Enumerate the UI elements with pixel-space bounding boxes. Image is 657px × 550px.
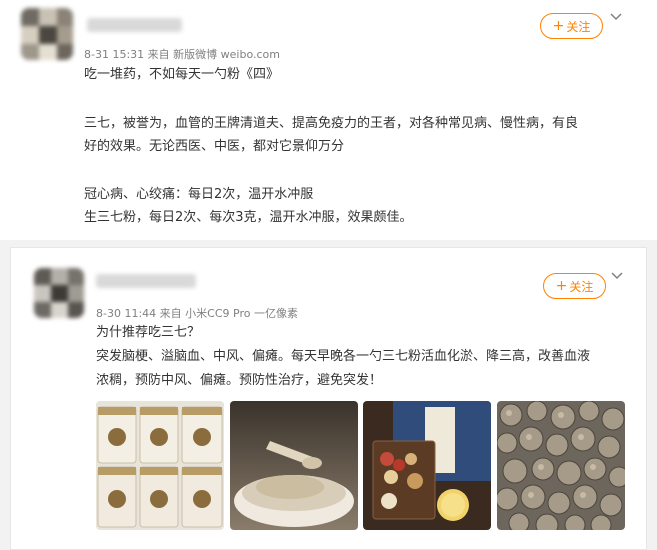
post-time[interactable]: 8-30 11:44 [96, 307, 156, 320]
username-redacted[interactable] [87, 18, 182, 32]
follow-button[interactable]: + 关注 [540, 13, 603, 39]
post-text-line: 三七，被誉为，血管的王牌清道夫、提高免疫力的王者，对各种常见病、慢性病，有良 [84, 116, 579, 131]
powder-bowl-photo[interactable] [230, 401, 358, 530]
post-source[interactable]: 新版微博 weibo.com [173, 48, 280, 61]
chevron-down-icon[interactable] [609, 12, 623, 22]
post-text-line: 吃一堆药，不如每天一勺粉《四》 [84, 67, 280, 82]
weibo-post-2: 8-30 11:44 来自 小米CC9 Pro 一亿像素 + 关注 为什推荐吃三… [10, 247, 647, 550]
follow-button[interactable]: + 关注 [543, 273, 606, 299]
chevron-down-icon[interactable] [610, 271, 624, 281]
post-text-line: 冠心病、心绞痛：每日2次，温开水冲服 [84, 187, 314, 202]
post-text-line: 突发脑梗、溢脑血、中风、偏瘫。每天早晚各一勺三七粉活血化淤、降三高，改善血液 [96, 349, 591, 364]
follow-label: 关注 [566, 19, 591, 34]
sanqi-jars-photo[interactable] [96, 401, 224, 530]
plus-icon: + [552, 18, 565, 34]
avatar[interactable] [21, 8, 73, 60]
post-time[interactable]: 8-31 15:31 [84, 48, 144, 61]
plus-icon: + [555, 278, 568, 294]
post-text-line: 生三七粉，每日2次、每次3克，温开水冲服，效果颇佳。 [84, 210, 413, 225]
username-redacted[interactable] [96, 274, 196, 288]
sanqi-roots-photo[interactable] [497, 401, 625, 530]
meta-from-label: 来自 [159, 307, 182, 320]
herbal-book-photo[interactable] [363, 401, 491, 530]
post-text-line: 为什推荐吃三七？ [96, 325, 201, 340]
post-source[interactable]: 小米CC9 Pro 一亿像素 [185, 307, 298, 320]
post-text-line: 好的效果。无论西医、中医，都对它景仰万分 [84, 139, 345, 154]
post-text-line: 浓稠，预防中风、偏瘫。预防性治疗，避免突发！ [96, 373, 383, 388]
post-meta: 8-31 15:31 来自 新版微博 weibo.com [84, 46, 280, 62]
post-meta: 8-30 11:44 来自 小米CC9 Pro 一亿像素 [96, 305, 298, 321]
avatar[interactable] [34, 268, 84, 318]
meta-from-label: 来自 [147, 48, 170, 61]
follow-label: 关注 [569, 279, 594, 294]
weibo-post-1: 8-31 15:31 来自 新版微博 weibo.com + 关注 吃一堆药，不… [0, 0, 657, 240]
